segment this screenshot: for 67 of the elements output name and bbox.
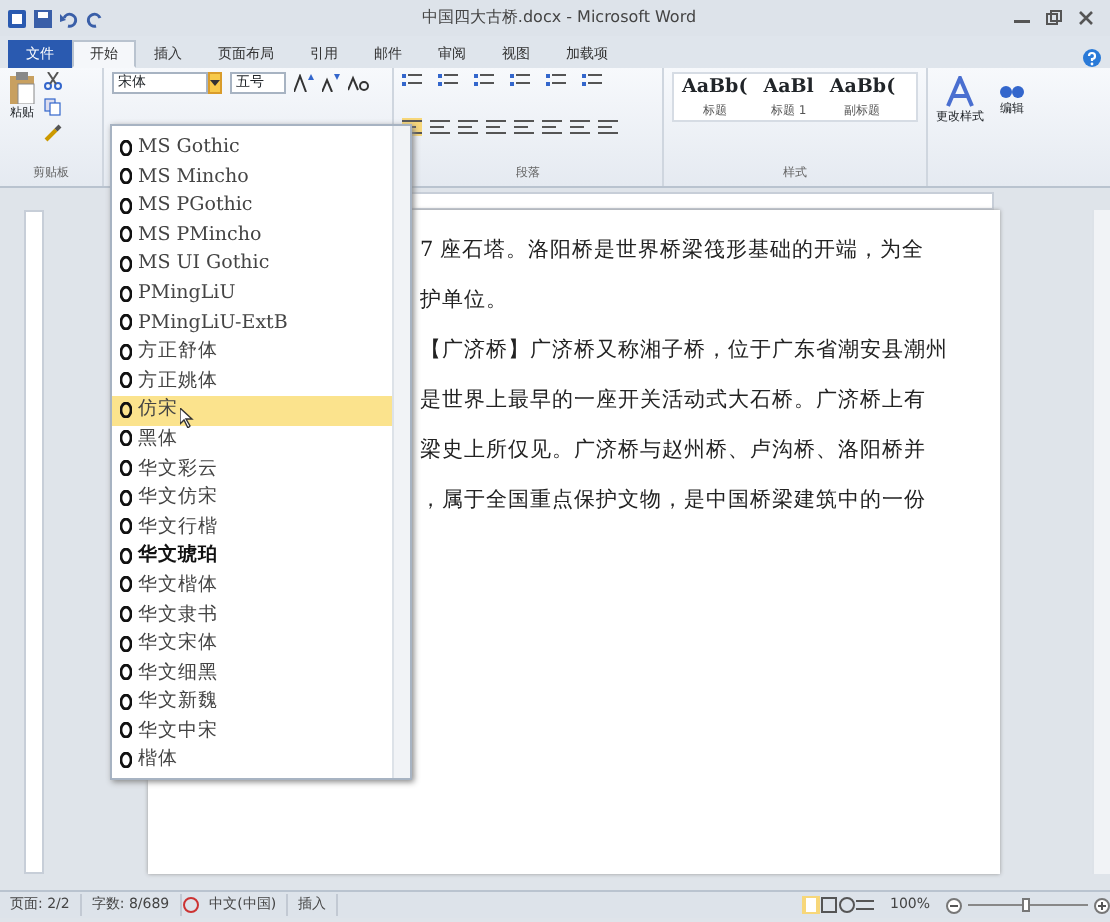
zoom-out-icon[interactable]: [946, 897, 962, 913]
font-list-item[interactable]: 华文新魏: [112, 688, 392, 718]
proofing-icon[interactable]: [181, 896, 200, 914]
font-list-item[interactable]: 华文行楷: [112, 513, 392, 543]
numbering-icon[interactable]: [438, 72, 458, 90]
copy-icon[interactable]: [44, 98, 62, 116]
text-line: 护单位。: [420, 286, 510, 316]
change-case-icon[interactable]: [348, 74, 372, 92]
font-list-item[interactable]: MS PGothic: [112, 192, 392, 222]
font-list-item[interactable]: 楷体: [112, 746, 392, 777]
outline-icon[interactable]: [855, 896, 874, 914]
zoom-in-icon[interactable]: [1094, 897, 1110, 913]
font-list-item[interactable]: 华文仿宋: [112, 484, 392, 514]
font-list-item[interactable]: 仿宋: [112, 396, 392, 426]
increase-indent-icon[interactable]: [546, 72, 566, 90]
distribute-icon[interactable]: [514, 118, 534, 136]
font-list-item[interactable]: 方正舒体: [112, 338, 392, 368]
grow-font-icon[interactable]: [294, 74, 314, 92]
sort-icon[interactable]: [582, 72, 602, 90]
help-icon[interactable]: [1082, 48, 1102, 68]
align-right-icon[interactable]: [458, 118, 478, 136]
multilevel-list-icon[interactable]: [474, 72, 494, 90]
font-list-item[interactable]: 华文中宋: [112, 717, 392, 747]
font-list-item[interactable]: 华文彩云: [112, 455, 392, 485]
restore-icon[interactable]: [1046, 10, 1062, 26]
bullets-icon[interactable]: [402, 72, 422, 90]
undo-icon[interactable]: [60, 9, 78, 27]
mouse-pointer-icon: [180, 408, 194, 428]
text-line: 是世界上最早的一座开关活动式大石桥。广济桥上有: [420, 386, 928, 416]
font-list-item[interactable]: 华文隶书: [112, 601, 392, 631]
save-icon[interactable]: [34, 9, 52, 27]
font-list-item[interactable]: MS UI Gothic: [112, 250, 392, 280]
caret-icon: [210, 80, 220, 86]
web-layout-icon[interactable]: [837, 896, 856, 914]
full-screen-icon[interactable]: [819, 896, 838, 914]
text-line: 梁史上所仅见。广济桥与赵州桥、卢沟桥、洛阳桥并: [420, 436, 928, 466]
zoom-slider-thumb[interactable]: [1022, 898, 1030, 912]
styles-icon: [946, 76, 974, 108]
justify-icon[interactable]: [486, 118, 506, 136]
line-spacing-icon[interactable]: [542, 118, 562, 136]
font-list-item[interactable]: 华文琥珀: [112, 542, 392, 572]
font-list-item[interactable]: PMingLiU-ExtB: [112, 309, 392, 339]
brush-icon[interactable]: [44, 124, 62, 142]
window-title: 中国四大古桥.docx - Microsoft Word: [419, 6, 699, 30]
close-icon[interactable]: [1078, 10, 1094, 26]
dropdown-scrollbar[interactable]: [392, 126, 410, 778]
text-line: ，属于全国重点保护文物，是中国桥梁建筑中的一份: [420, 486, 928, 516]
font-list-item[interactable]: 华文楷体: [112, 571, 392, 601]
center-icon[interactable]: [430, 118, 450, 136]
shading-icon[interactable]: [570, 118, 590, 136]
redo-icon[interactable]: [86, 9, 104, 27]
font-list-item[interactable]: PMingLiU: [112, 279, 392, 310]
font-list-item[interactable]: 华文宋体: [112, 630, 392, 660]
font-list-item[interactable]: 黑体: [112, 425, 392, 456]
font-list-item[interactable]: 方正姚体: [112, 367, 392, 397]
font-list-item[interactable]: MS Gothic: [112, 134, 392, 164]
borders-icon[interactable]: [598, 118, 618, 136]
scissors-icon[interactable]: [44, 72, 62, 90]
font-list-item[interactable]: MS PMincho: [112, 221, 392, 251]
shrink-font-icon[interactable]: [322, 74, 340, 92]
text-line: 7 座石塔。洛阳桥是世界桥梁筏形基础的开端，为全: [420, 236, 927, 266]
font-list-item[interactable]: MS Mincho: [112, 163, 392, 193]
decrease-indent-icon[interactable]: [510, 72, 530, 90]
text-line: 【广济桥】广济桥又称湘子桥，位于广东省潮安县潮州: [420, 336, 950, 366]
dropdown-button[interactable]: [208, 72, 222, 94]
font-list-item[interactable]: 华文细黑: [112, 659, 392, 689]
clipboard-icon: [8, 72, 36, 104]
